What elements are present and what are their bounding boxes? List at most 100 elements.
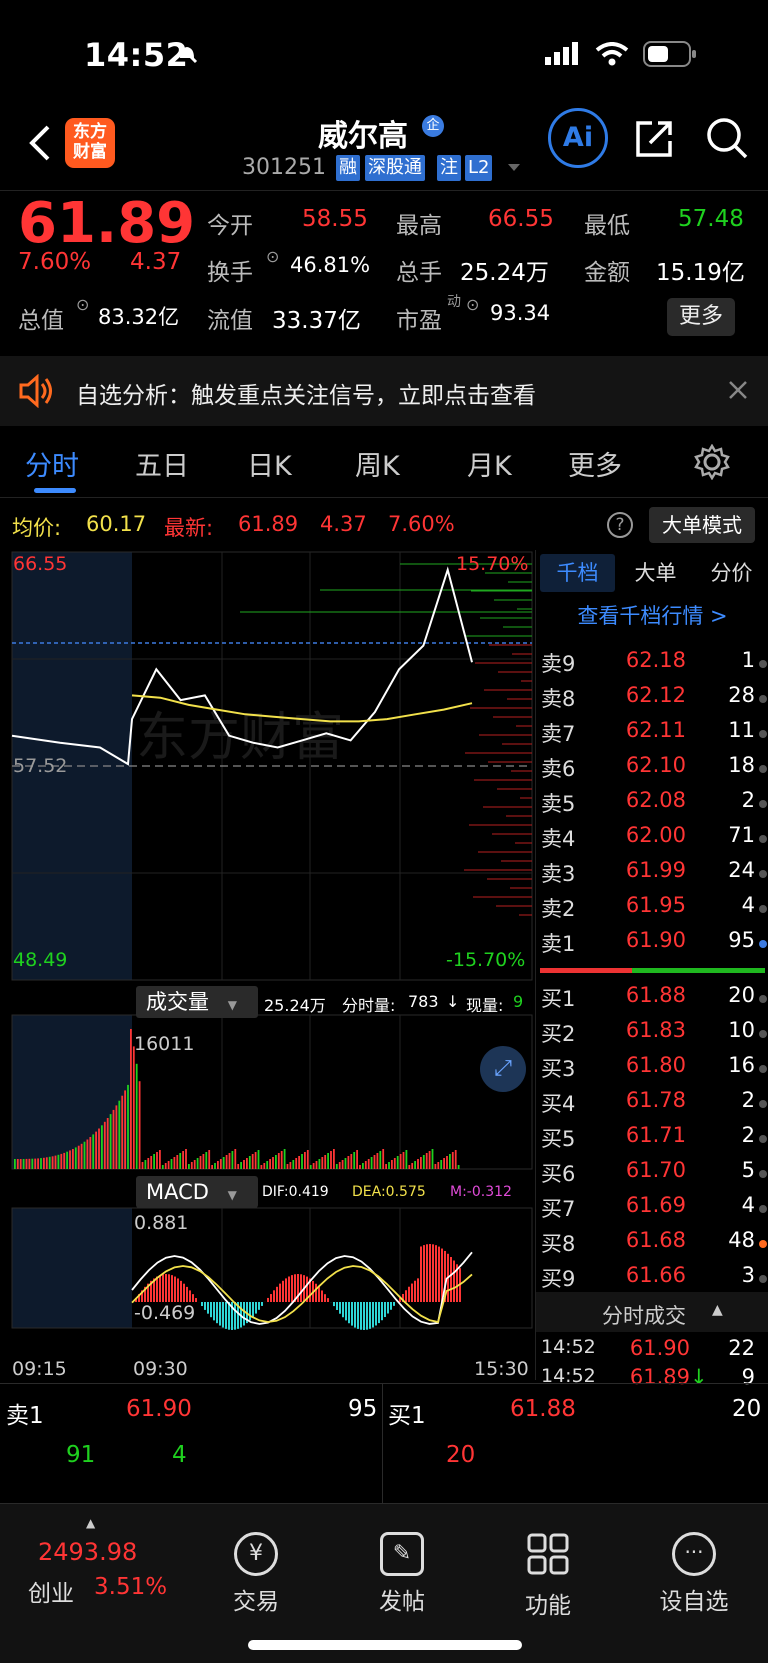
macd-bar <box>177 1278 179 1302</box>
volume-bar <box>54 1155 57 1169</box>
volume-bar <box>373 1155 376 1169</box>
info-icon[interactable]: ⊙ <box>76 295 89 314</box>
bid-row[interactable]: 买5 61.71 2 <box>536 1123 768 1158</box>
tab-daily-k[interactable]: 日K <box>247 444 292 483</box>
tab-monthly-k[interactable]: 月K <box>467 444 512 483</box>
bid-price: 61.66 <box>625 1263 686 1287</box>
bid-row[interactable]: 买6 61.70 5 <box>536 1158 768 1193</box>
bid-row[interactable]: 买4 61.78 2 <box>536 1088 768 1123</box>
change-value: 4.37 <box>130 249 182 275</box>
macd-bar <box>429 1244 431 1302</box>
ask-row[interactable]: 卖8 62.12 28 <box>536 683 768 718</box>
expand-icon[interactable]: ⤢ <box>480 1046 526 1092</box>
share-icon[interactable] <box>632 117 676 161</box>
big-order-mode-button[interactable]: 大单模式 <box>649 507 755 543</box>
volume-bar <box>225 1155 228 1169</box>
tab-weekly-k[interactable]: 周K <box>355 444 400 483</box>
search-icon[interactable] <box>704 115 750 161</box>
ask-price: 62.08 <box>625 788 686 812</box>
amount-label: 金额 <box>584 260 630 286</box>
tab-big-orders[interactable]: 大单 <box>618 554 693 592</box>
period-tabs: 分时 五日 日K 周K 月K 更多 <box>0 430 768 498</box>
low-label: 最低 <box>584 213 630 239</box>
latest-change: 4.37 <box>320 512 367 536</box>
dot-icon <box>759 1170 767 1178</box>
ask-row[interactable]: 卖2 61.95 4 <box>536 893 768 928</box>
bid-row[interactable]: 买1 61.88 20 <box>536 983 768 1018</box>
macd-bar <box>393 1302 395 1306</box>
tab-more[interactable]: 更多 <box>568 444 622 483</box>
macd-bar <box>363 1302 365 1330</box>
volume-bar <box>28 1158 31 1169</box>
level2-tag: L2 <box>465 155 493 181</box>
tab-add-watchlist[interactable]: ··· 设自选 <box>634 1532 754 1616</box>
ask-price: 62.11 <box>625 718 686 742</box>
stock-header: 东方财富 威尔高 企 301251 融 深股通 注 L2 Ai <box>0 105 768 190</box>
tab-functions[interactable]: 功能 <box>488 1532 608 1620</box>
volume-bar <box>196 1158 199 1169</box>
ask-label: 卖9 <box>541 652 576 676</box>
tab-five-day[interactable]: 五日 <box>135 444 189 483</box>
ask-row[interactable]: 卖9 62.18 1 <box>536 648 768 683</box>
clock: 14:52 <box>84 36 189 74</box>
index-ticker[interactable]: ▲ 2493.98 创业 3.51% <box>10 1512 170 1612</box>
volume-bar <box>60 1153 63 1169</box>
volume-bar <box>449 1154 451 1169</box>
bid-row[interactable]: 买8 61.68 48 <box>536 1228 768 1263</box>
macd-indicator-select[interactable]: MACD ▼ <box>136 1176 258 1208</box>
bid-label: 买2 <box>541 1022 576 1046</box>
bid-row[interactable]: 买2 61.83 10 <box>536 1018 768 1053</box>
tab-trade[interactable]: ¥ 交易 <box>196 1532 316 1616</box>
volume-bar <box>159 1150 161 1169</box>
bid-volume: 4 <box>741 1193 755 1217</box>
bid-row[interactable]: 买7 61.69 4 <box>536 1193 768 1228</box>
more-dots-icon: ··· <box>672 1532 716 1576</box>
tab-intraday[interactable]: 分时 <box>25 444 79 483</box>
macd-bar <box>336 1302 338 1310</box>
ask-row[interactable]: 卖7 62.11 11 <box>536 718 768 753</box>
info-icon[interactable]: ⊙ <box>266 247 279 266</box>
bid-row[interactable]: 买3 61.80 16 <box>536 1053 768 1088</box>
ask-row[interactable]: 卖6 62.10 18 <box>536 753 768 788</box>
volume-bar <box>312 1163 315 1169</box>
tab-depth[interactable]: 千档 <box>540 554 615 592</box>
macd-bar <box>174 1276 176 1302</box>
ask-row[interactable]: 卖4 62.00 71 <box>536 823 768 858</box>
tab-price-dist[interactable]: 分价 <box>694 554 768 592</box>
intraday-chart[interactable]: 东方财富 66.55 57.52 48.49 15.70% -15.70% 成交… <box>0 550 535 1380</box>
change-percent: 7.60% <box>18 249 92 275</box>
macd-bar <box>171 1275 173 1302</box>
close-icon[interactable] <box>728 380 748 400</box>
ask-row[interactable]: 卖1 61.90 95 <box>536 928 768 963</box>
volume-bar <box>130 1029 132 1169</box>
bell-muted-icon <box>176 42 198 64</box>
macd-bar <box>339 1302 341 1314</box>
bid-price: 61.70 <box>625 1158 686 1182</box>
volume-bar <box>214 1163 216 1169</box>
volume-bar <box>385 1164 387 1169</box>
more-button[interactable]: 更多 <box>667 298 735 336</box>
volume-bar <box>388 1162 390 1169</box>
volume-bar <box>98 1128 100 1169</box>
view-depth-link[interactable]: 查看千档行情 > <box>536 600 768 630</box>
volume-bar <box>344 1158 347 1169</box>
m-value: M:-0.312 <box>450 1184 512 1200</box>
macd-bar <box>300 1274 302 1302</box>
ask-row[interactable]: 卖5 62.08 2 <box>536 788 768 823</box>
ai-assistant-button[interactable]: Ai <box>548 108 608 168</box>
settings-gear-icon[interactable] <box>694 444 730 480</box>
float-cap-value: 33.37亿 <box>272 308 361 334</box>
help-icon[interactable]: ? <box>607 512 633 538</box>
volume-indicator-select[interactable]: 成交量 ▼ <box>136 986 258 1018</box>
eastmoney-logo[interactable]: 东方财富 <box>65 118 115 168</box>
ask-row[interactable]: 卖3 61.99 24 <box>536 858 768 893</box>
volume-total: 25.24万 <box>264 996 326 1015</box>
ask-price: 62.12 <box>625 683 686 707</box>
back-arrow-icon[interactable] <box>26 123 54 163</box>
info-icon[interactable]: ⊙ <box>466 295 479 314</box>
notice-banner[interactable]: 自选分析：触发重点关注信号，立即点击查看 <box>0 356 768 426</box>
dropdown-arrow-icon[interactable] <box>506 162 522 174</box>
tab-post[interactable]: ✎ 发帖 <box>342 1532 462 1616</box>
dot-icon <box>759 1240 767 1248</box>
ticks-header[interactable]: 分时成交 ▲ <box>536 1292 768 1332</box>
